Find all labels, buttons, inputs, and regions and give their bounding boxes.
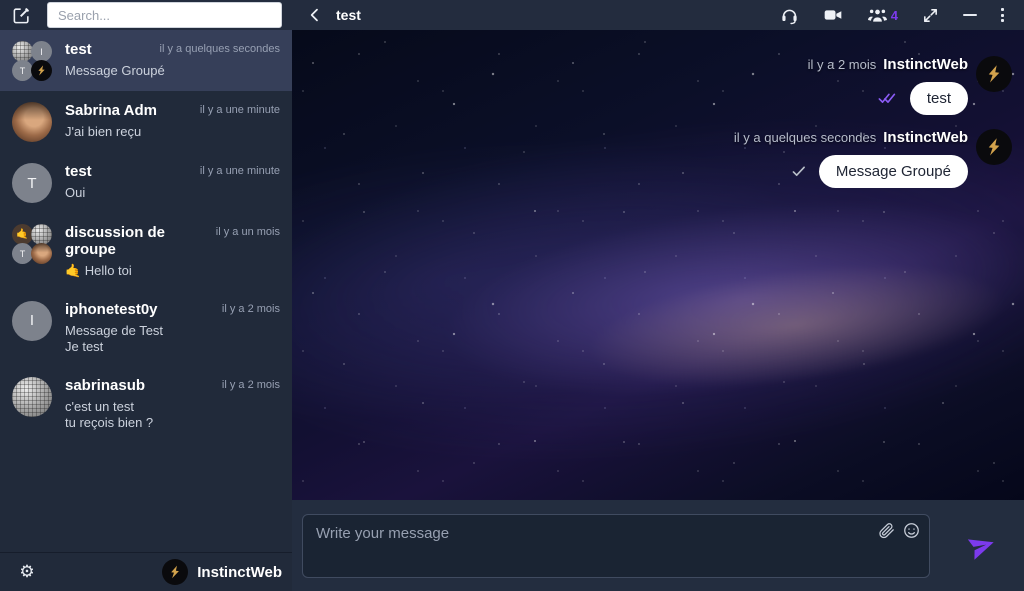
- photo-avatar: [31, 243, 52, 264]
- group-avatar: 🤙 T: [12, 224, 52, 264]
- emoji-avatar: 🤙: [12, 224, 33, 245]
- message-sender: InstinctWeb: [883, 129, 968, 146]
- search-input[interactable]: [47, 2, 282, 28]
- conversation-preview: c'est un test: [65, 399, 280, 416]
- conversation-list: I T test il y a quelques secondes Messag…: [0, 30, 292, 552]
- conversation-time: il y a 2 mois: [222, 303, 280, 315]
- compose-icon[interactable]: [4, 0, 38, 30]
- disco-ball-avatar: [31, 224, 52, 245]
- conversation-item[interactable]: I iphonetest0y il y a 2 mois Message de …: [0, 290, 292, 366]
- sidebar-footer: ⚙ InstinctWeb: [0, 552, 292, 591]
- video-call-icon[interactable]: [811, 0, 855, 30]
- letter-avatar: T: [12, 163, 52, 203]
- letter-avatar: T: [12, 60, 33, 81]
- lightning-avatar: [976, 56, 1012, 92]
- conversation-preview: tu reçois bien ?: [65, 415, 280, 432]
- conversation-name: test: [65, 163, 92, 180]
- send-paper-plane-icon[interactable]: [966, 530, 998, 562]
- conversation-name: Sabrina Adm: [65, 102, 157, 119]
- conversation-item[interactable]: I T test il y a quelques secondes Messag…: [0, 30, 292, 91]
- conversation-preview: Message de Test: [65, 323, 280, 340]
- audio-call-icon[interactable]: [768, 0, 811, 30]
- conversation-name: test: [65, 41, 92, 58]
- top-bar: test: [0, 0, 1024, 30]
- disco-ball-avatar: [12, 41, 33, 62]
- conversation-time: il y a une minute: [200, 104, 280, 116]
- conversation-time: il y a un mois: [216, 226, 280, 238]
- participants-icon[interactable]: 4: [855, 0, 910, 30]
- letter-avatar: T: [12, 243, 33, 264]
- message-time: il y a quelques secondes: [734, 130, 876, 145]
- message-list: il y a 2 mois InstinctWeb test: [734, 56, 1012, 188]
- message: il y a 2 mois InstinctWeb test: [808, 56, 1012, 115]
- conversation-item[interactable]: 🤙 T discussion de groupe il y a un mois …: [0, 213, 292, 290]
- menu-kebab-icon[interactable]: [989, 0, 1016, 30]
- conversation-preview: Je test: [65, 339, 280, 356]
- conversation-preview: Message Groupé: [65, 63, 280, 80]
- minimize-icon[interactable]: [951, 0, 989, 30]
- current-user[interactable]: InstinctWeb: [162, 559, 282, 585]
- conversation-item[interactable]: Sabrina Adm il y a une minute J'ai bien …: [0, 91, 292, 152]
- participants-count: 4: [891, 8, 898, 23]
- conversation-name: iphonetest0y: [65, 301, 158, 318]
- conversation-preview: J'ai bien reçu: [65, 124, 280, 141]
- message-composer: [292, 500, 1024, 591]
- letter-avatar: I: [12, 301, 52, 341]
- fullscreen-icon[interactable]: [910, 0, 951, 30]
- back-icon[interactable]: [302, 0, 328, 30]
- conversation-name: sabrinasub: [65, 377, 145, 394]
- attachment-paperclip-icon[interactable]: [878, 522, 895, 539]
- read-double-check-icon: [878, 92, 898, 105]
- current-user-name: InstinctWeb: [197, 564, 282, 581]
- chat-panel: il y a 2 mois InstinctWeb test: [292, 30, 1024, 591]
- sent-check-icon: [791, 165, 807, 178]
- conversation-title: test: [336, 0, 361, 30]
- lightning-avatar: [31, 60, 52, 81]
- conversation-name: discussion de groupe: [65, 224, 216, 258]
- conversation-preview: Oui: [65, 185, 280, 202]
- settings-gear-icon[interactable]: ⚙: [14, 559, 40, 585]
- composer-icons: [878, 522, 920, 539]
- emoji-smiley-icon[interactable]: [903, 522, 920, 539]
- chat-application: test: [0, 0, 1024, 591]
- message-input[interactable]: [302, 514, 930, 578]
- message: il y a quelques secondes InstinctWeb Mes…: [734, 129, 1012, 188]
- lightning-avatar: [162, 559, 188, 585]
- conversation-preview: 🤙 Hello toi: [65, 263, 280, 280]
- message-bubble: test: [910, 82, 968, 115]
- disco-ball-avatar: [12, 377, 52, 417]
- letter-avatar: I: [31, 41, 52, 62]
- conversation-item[interactable]: T test il y a une minute Oui: [0, 152, 292, 213]
- conversation-sidebar: I T test il y a quelques secondes Messag…: [0, 30, 292, 591]
- conversation-item[interactable]: sabrinasub il y a 2 mois c'est un test t…: [0, 366, 292, 442]
- conversation-time: il y a une minute: [200, 165, 280, 177]
- message-sender: InstinctWeb: [883, 56, 968, 73]
- chat-wallpaper: il y a 2 mois InstinctWeb test: [292, 30, 1024, 500]
- conversation-time: il y a 2 mois: [222, 379, 280, 391]
- message-bubble: Message Groupé: [819, 155, 968, 188]
- photo-avatar: [12, 102, 52, 142]
- message-time: il y a 2 mois: [808, 57, 877, 72]
- conversation-time: il y a quelques secondes: [160, 43, 280, 55]
- lightning-avatar: [976, 129, 1012, 165]
- group-avatar: I T: [12, 41, 52, 81]
- chat-actions: 4: [768, 0, 1016, 30]
